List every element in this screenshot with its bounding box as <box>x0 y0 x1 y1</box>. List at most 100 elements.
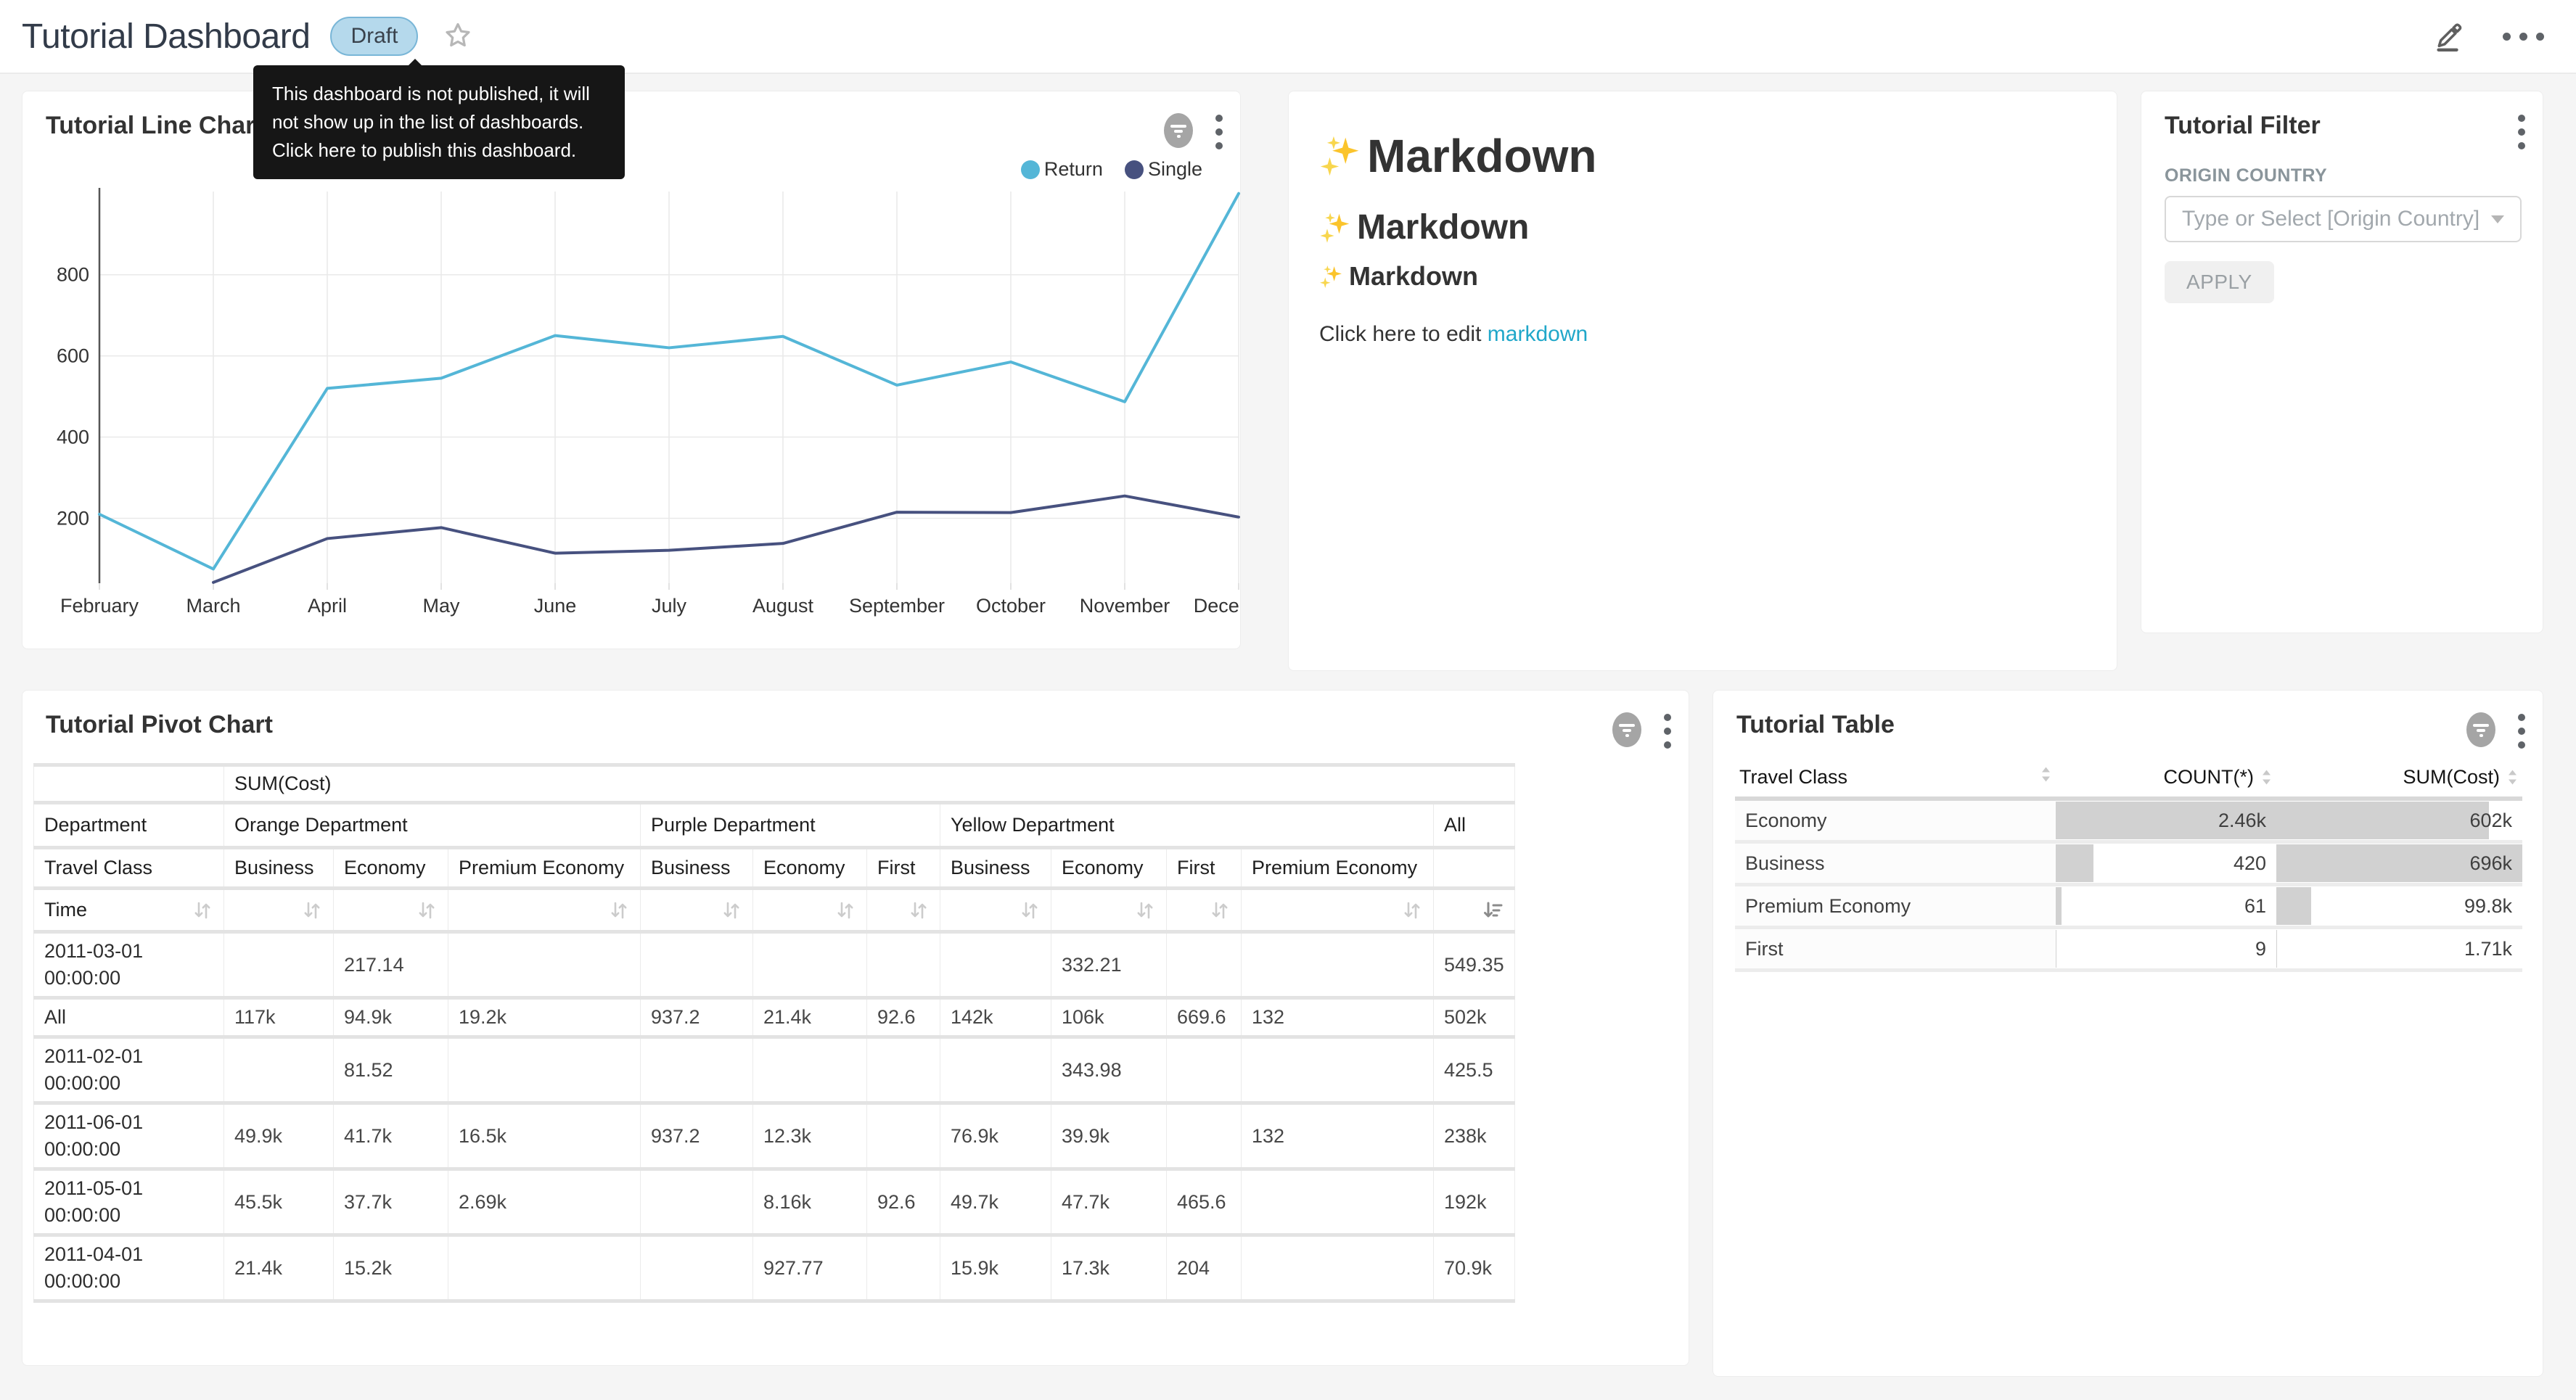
dashboard-header: Tutorial Dashboard Draft <box>0 0 2576 74</box>
pivot-value-cell: 425.5 <box>1434 1037 1515 1103</box>
filter-badge-icon[interactable] <box>1162 112 1195 152</box>
pivot-corner-cell <box>34 765 224 803</box>
pivot-value-cell: 937.2 <box>641 998 753 1037</box>
pivot-value-cell: 937.2 <box>641 1103 753 1169</box>
pivot-value-cell <box>940 932 1051 998</box>
line-chart-plot[interactable]: FebruaryMarchAprilMayJuneJulyAugustSepte… <box>52 177 1240 641</box>
sort-icon[interactable] <box>301 899 323 921</box>
pivot-class-header: Business <box>224 848 334 889</box>
sort-icon[interactable] <box>1401 899 1423 921</box>
pivot-value-cell <box>940 1037 1051 1103</box>
count-cell: 9 <box>2056 928 2276 971</box>
sort-icon[interactable] <box>1019 899 1041 921</box>
chart-options-icon[interactable] <box>2512 708 2531 754</box>
sparkles-icon <box>1319 212 1351 244</box>
pivot-value-cell: 132 <box>1242 998 1434 1037</box>
pivot-value-cell <box>641 1235 753 1301</box>
pivot-department-header: Purple Department <box>641 803 940 848</box>
status-badge[interactable]: Draft <box>330 17 418 56</box>
pivot-value-cell: 17.3k <box>1051 1235 1167 1301</box>
column-header-sum[interactable]: SUM(Cost) <box>2276 757 2522 799</box>
pivot-class-header: Premium Economy <box>1242 848 1434 889</box>
sort-icon[interactable] <box>721 899 742 921</box>
pivot-value-cell: 81.52 <box>334 1037 448 1103</box>
more-menu-icon[interactable] <box>2497 27 2550 46</box>
pivot-class-header: Economy <box>334 848 448 889</box>
pivot-value-cell: 142k <box>940 998 1051 1037</box>
sort-icon[interactable] <box>1209 899 1231 921</box>
pivot-class-header: Business <box>641 848 753 889</box>
pivot-value-cell <box>867 932 940 998</box>
svg-text:600: 600 <box>57 345 89 367</box>
panel-title: Tutorial Table <box>1736 711 1895 739</box>
pivot-value-cell <box>448 1037 641 1103</box>
edit-markdown-link[interactable]: markdown <box>1488 322 1588 346</box>
pivot-value-cell: 669.6 <box>1167 998 1242 1037</box>
pivot-value-cell <box>1242 1169 1434 1235</box>
travel-class-cell: Premium Economy <box>1735 885 2056 928</box>
sort-icon[interactable] <box>1134 899 1156 921</box>
svg-text:400: 400 <box>57 427 89 448</box>
table-row: Economy 2.46k 602k <box>1735 799 2522 842</box>
table-row: First 9 1.71k <box>1735 928 2522 971</box>
count-cell: 2.46k <box>2056 799 2276 842</box>
column-header-count[interactable]: COUNT(*) <box>2056 757 2276 799</box>
sort-icon[interactable] <box>834 899 856 921</box>
pivot-value-cell: 49.7k <box>940 1169 1051 1235</box>
sparkles-icon <box>1319 265 1343 289</box>
sort-icon[interactable] <box>908 899 930 921</box>
filter-badge-icon[interactable] <box>1610 712 1644 752</box>
pivot-value-cell: 21.4k <box>224 1235 334 1301</box>
edit-pencil-icon[interactable] <box>2427 15 2466 58</box>
sort-icon[interactable] <box>416 899 438 921</box>
chart-options-icon[interactable] <box>1658 708 1677 754</box>
pivot-sort-cell <box>940 889 1051 932</box>
pivot-value-cell <box>641 1037 753 1103</box>
apply-button[interactable]: APPLY <box>2165 261 2274 303</box>
sort-desc-icon[interactable] <box>1482 899 1504 921</box>
chart-options-icon[interactable] <box>1210 109 1228 155</box>
cell-bar <box>2276 887 2311 925</box>
pivot-time-header: Time <box>34 889 224 932</box>
chart-options-icon[interactable] <box>2512 109 2531 155</box>
pivot-value-cell: 192k <box>1434 1169 1515 1235</box>
sum-cell: 1.71k <box>2276 928 2522 971</box>
pivot-value-cell <box>1242 1037 1434 1103</box>
pivot-sort-cell <box>1051 889 1167 932</box>
svg-text:April: April <box>308 595 347 617</box>
markdown-paragraph: Click here to edit markdown <box>1319 322 1588 347</box>
pivot-department-header: All <box>1434 803 1515 848</box>
origin-country-select[interactable]: Type or Select [Origin Country] <box>2165 196 2522 242</box>
sort-icon[interactable] <box>608 899 630 921</box>
favorite-star-icon[interactable] <box>441 20 475 53</box>
cell-bar <box>2276 802 2489 839</box>
pivot-value-cell: 217.14 <box>334 932 448 998</box>
pivot-value-cell <box>1242 1235 1434 1301</box>
pivot-row: All117k94.9k19.2k937.221.4k92.6142k106k6… <box>34 998 1515 1037</box>
pivot-value-cell: 76.9k <box>940 1103 1051 1169</box>
panel-title: Tutorial Line Chart <box>46 112 263 140</box>
data-table: Travel Class COUNT(*) SUM(Cost) Economy … <box>1735 757 2522 972</box>
pivot-value-cell <box>867 1235 940 1301</box>
pivot-value-cell: 92.6 <box>867 998 940 1037</box>
sort-icon[interactable] <box>192 899 213 921</box>
column-header-travel-class[interactable]: Travel Class <box>1735 757 2056 799</box>
sum-cell: 99.8k <box>2276 885 2522 928</box>
pivot-class-header: First <box>867 848 940 889</box>
sum-cell: 602k <box>2276 799 2522 842</box>
pivot-department-header: Yellow Department <box>940 803 1434 848</box>
pivot-value-cell: 8.16k <box>753 1169 867 1235</box>
pivot-value-cell <box>753 932 867 998</box>
pivot-value-cell <box>1167 1037 1242 1103</box>
pivot-sort-cell <box>334 889 448 932</box>
panel-header-icons <box>2512 109 2531 155</box>
pivot-sort-cell <box>1167 889 1242 932</box>
pivot-table: SUM(Cost)DepartmentOrange DepartmentPurp… <box>33 763 1515 1303</box>
pivot-time-cell: 2011-04-0100:00:00 <box>34 1235 224 1301</box>
cell-bar <box>2056 844 2093 882</box>
pivot-value-cell: 21.4k <box>753 998 867 1037</box>
pivot-value-cell: 70.9k <box>1434 1235 1515 1301</box>
pivot-value-cell <box>867 1037 940 1103</box>
page-title: Tutorial Dashboard <box>22 17 310 57</box>
filter-badge-icon[interactable] <box>2464 712 2498 752</box>
